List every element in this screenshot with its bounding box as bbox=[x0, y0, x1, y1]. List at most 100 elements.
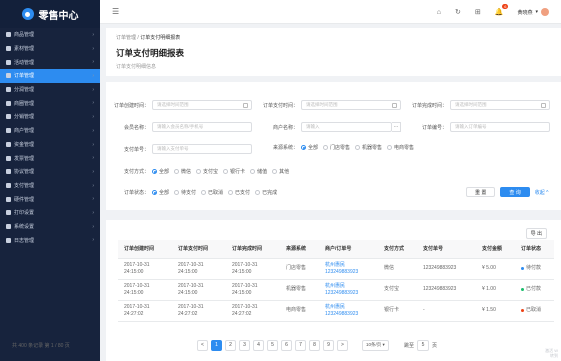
chevron-right-icon: › bbox=[92, 223, 94, 230]
column-header[interactable]: 订单创建时间 bbox=[118, 240, 172, 259]
home-icon[interactable]: ⌂ bbox=[437, 9, 441, 16]
bell-icon[interactable]: 🔔 6 bbox=[495, 4, 509, 16]
page-button[interactable]: 8 bbox=[309, 339, 320, 351]
user-menu[interactable]: 黄晓燕 ▾ bbox=[517, 8, 549, 16]
page-button[interactable]: 1 bbox=[211, 339, 222, 351]
pay-time-label: 订单支付时间： bbox=[262, 102, 298, 109]
radio-dot-icon bbox=[387, 145, 393, 150]
source-radio[interactable]: 门店零售 bbox=[323, 144, 350, 151]
sidebar-item[interactable]: 支付管理 › bbox=[0, 179, 100, 193]
column-header[interactable]: 支付金额 bbox=[475, 240, 515, 259]
pay-time-picker[interactable]: 请选择时间范围 bbox=[301, 100, 401, 110]
status-radio[interactable]: 已完成 bbox=[255, 189, 277, 196]
method-radio[interactable]: 微信 bbox=[174, 168, 191, 175]
pay-time-cell-line: 2017-10-31 bbox=[177, 261, 204, 268]
menu-toggle-icon[interactable]: ☰ bbox=[112, 7, 119, 16]
column-header[interactable]: 支付方式 bbox=[377, 240, 417, 259]
column-header[interactable]: 订单支付时间 bbox=[171, 240, 226, 259]
source-radio[interactable]: 电商零售 bbox=[387, 144, 414, 151]
merchant-order-link-line[interactable]: 123249883923 bbox=[325, 290, 378, 297]
created-time-picker[interactable]: 请选择时间范围 bbox=[152, 100, 252, 110]
source-radio[interactable]: 机器零售 bbox=[355, 144, 382, 151]
sidebar-item[interactable]: 资金管理 › bbox=[0, 138, 100, 152]
grid-icon[interactable]: ⊞ bbox=[475, 8, 481, 16]
page-size-select[interactable]: 10条/页 ▾ bbox=[362, 339, 389, 351]
chevron-right-icon: › bbox=[92, 141, 94, 148]
member-input[interactable]: 请输入会员名称/手机号 bbox=[152, 122, 252, 132]
radio-dot-icon bbox=[152, 169, 157, 174]
merchant-order-link-line[interactable]: 123249883923 bbox=[325, 269, 378, 276]
page-button[interactable]: 2 bbox=[225, 339, 236, 351]
sidebar-item[interactable]: 日志管理 › bbox=[0, 233, 100, 247]
status-radio[interactable]: 待支付 bbox=[174, 189, 196, 196]
column-header[interactable]: 来源系统 bbox=[279, 240, 319, 259]
status-radio-group: 全部 待支付 已取消 已支付 已完成 bbox=[152, 189, 277, 196]
source-radio-label: 电商零售 bbox=[394, 145, 415, 151]
method-radio[interactable]: 银行卡 bbox=[223, 168, 245, 175]
jump-unit: 页 bbox=[432, 342, 438, 349]
done-time-picker[interactable]: 请选择时间范围 bbox=[450, 100, 550, 110]
refresh-icon[interactable]: ↻ bbox=[455, 8, 461, 16]
merchant-order-link-line[interactable]: 杭州惠民 bbox=[325, 304, 378, 311]
sidebar-item-label: 活动管理 bbox=[14, 59, 35, 66]
sidebar-item[interactable]: 订单管理 › bbox=[0, 69, 100, 83]
sidebar-item[interactable]: 素材管理 › bbox=[0, 42, 100, 56]
column-header[interactable]: 支付单号 bbox=[416, 240, 476, 259]
sidebar-item[interactable]: 系统设置 › bbox=[0, 220, 100, 234]
method-radio[interactable]: 储值 bbox=[250, 168, 267, 175]
merchant-order-link[interactable]: 杭州惠民 123249883923 bbox=[318, 300, 378, 322]
status-radio-label: 已完成 bbox=[262, 190, 278, 196]
column-header[interactable]: 订单状态 bbox=[514, 240, 554, 259]
next-page-button[interactable]: > bbox=[337, 339, 348, 351]
merchant-order-link-line[interactable]: 123249883923 bbox=[325, 311, 378, 318]
chevron-down-icon: ▾ bbox=[535, 9, 538, 15]
page-button[interactable]: 3 bbox=[239, 339, 250, 351]
merchant-order-link[interactable]: 杭州惠民 123249883923 bbox=[318, 279, 378, 301]
sidebar-item[interactable]: 商品管理 › bbox=[0, 28, 100, 42]
status-radio[interactable]: 已取消 bbox=[201, 189, 223, 196]
sidebar-item[interactable]: 分润管理 › bbox=[0, 83, 100, 97]
merchant-input[interactable]: 请输入 bbox=[301, 122, 392, 132]
page-button[interactable]: 9 bbox=[323, 339, 334, 351]
column-header[interactable]: 商户/订单号 bbox=[318, 240, 378, 259]
order-no-input[interactable]: 请输入订单编号 bbox=[450, 122, 550, 132]
page-button[interactable]: 6 bbox=[281, 339, 292, 351]
sidebar-item[interactable]: 分销管理 › bbox=[0, 110, 100, 124]
method-radio[interactable]: 支付宝 bbox=[196, 168, 218, 175]
query-button[interactable]: 查 询 bbox=[500, 187, 530, 197]
avatar[interactable] bbox=[541, 8, 549, 16]
sidebar-item[interactable]: 商户管理 › bbox=[0, 124, 100, 138]
radio-dot-icon bbox=[355, 145, 361, 150]
page-button[interactable]: 5 bbox=[267, 339, 278, 351]
method-radio[interactable]: 其他 bbox=[272, 168, 289, 175]
export-button[interactable]: 导 出 bbox=[525, 228, 547, 239]
column-header[interactable]: 订单完成时间 bbox=[225, 240, 280, 259]
pagination: 共 400 条记录 第 1 / 80 页 <1 2 3 4 5 6 7 8 9 > 10条/页 ▾… bbox=[12, 339, 448, 351]
sidebar-item[interactable]: 活动管理 › bbox=[0, 55, 100, 69]
brand: 零售中心 bbox=[0, 0, 100, 28]
sidebar-item[interactable]: 打印设置 › bbox=[0, 206, 100, 220]
sidebar-item[interactable]: 商圈管理 › bbox=[0, 96, 100, 110]
page-button[interactable]: 4 bbox=[253, 339, 264, 351]
collapse-link[interactable]: 收起 ^ bbox=[535, 189, 549, 196]
pay-no-input[interactable]: 请输入支付单号 bbox=[152, 144, 252, 154]
merchant-order-link-line[interactable]: 杭州惠民 bbox=[325, 262, 378, 269]
prev-page-button[interactable]: < bbox=[197, 339, 208, 351]
sidebar-item[interactable]: 发票管理 › bbox=[0, 151, 100, 165]
reset-button[interactable]: 重 置 bbox=[466, 187, 496, 197]
merchant-picker-button[interactable]: ··· bbox=[392, 122, 401, 132]
sidebar-item[interactable]: 协议管理 › bbox=[0, 165, 100, 179]
status-radio[interactable]: 已支付 bbox=[228, 189, 250, 196]
merchant-order-link-line[interactable]: 杭州惠民 bbox=[325, 283, 378, 290]
sidebar-menu: 商品管理 › 素材管理 › 活动管理 › 订单管理 › 分润管理 › 商圈管理 › 分销管理 › 商户管理 ›… bbox=[0, 28, 100, 247]
jump-input[interactable]: 5 bbox=[417, 339, 430, 351]
sidebar-item[interactable]: 硬件管理 › bbox=[0, 192, 100, 206]
page-button[interactable]: 7 bbox=[295, 339, 306, 351]
merchant-order-link[interactable]: 杭州惠民 123249883923 bbox=[318, 258, 378, 280]
status-text: 待付款 bbox=[525, 265, 541, 271]
page-subtitle: 订单支付明细信息 bbox=[116, 64, 157, 70]
status-radio[interactable]: 全部 bbox=[152, 189, 169, 196]
method-radio[interactable]: 全部 bbox=[152, 168, 169, 175]
breadcrumb-item-orders[interactable]: 订单管理 bbox=[116, 35, 136, 41]
source-radio[interactable]: 全部 bbox=[301, 144, 318, 151]
